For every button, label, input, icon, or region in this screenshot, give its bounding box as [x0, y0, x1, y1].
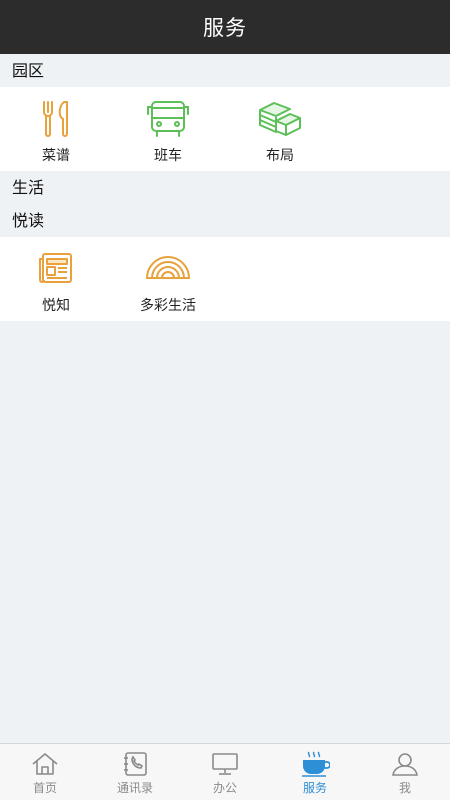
tab-label: 我 [398, 781, 411, 795]
tab-label: 办公 [212, 781, 237, 795]
menu-item-recipes[interactable]: 菜谱 [0, 87, 112, 171]
menu-item-yuezhi[interactable]: 悦知 [0, 237, 112, 321]
tab-label: 服务 [302, 781, 327, 795]
home-icon [30, 750, 60, 778]
menu-item-label: 布局 [266, 148, 294, 164]
section-grid-reading: 悦知 多彩生活 [0, 237, 450, 321]
money-stack-icon [256, 95, 304, 143]
contacts-icon [120, 750, 150, 778]
bottom-tab-bar: 首页 通讯录 办公 服务 我 [0, 743, 450, 800]
menu-item-label: 班车 [154, 148, 182, 164]
menu-item-label: 多彩生活 [140, 298, 196, 314]
tab-office[interactable]: 办公 [180, 744, 270, 800]
page-title: 服务 [203, 16, 247, 40]
section-grid-park: 菜谱 班车 布局 [0, 87, 450, 171]
tab-service[interactable]: 服务 [270, 744, 360, 800]
bus-icon [144, 95, 192, 143]
menu-item-label: 菜谱 [42, 148, 70, 164]
coffee-cup-icon [300, 750, 330, 778]
user-icon [390, 750, 420, 778]
newspaper-icon [32, 245, 80, 293]
tab-label: 首页 [32, 781, 57, 795]
menu-item-shuttle-bus[interactable]: 班车 [112, 87, 224, 171]
rainbow-icon [144, 245, 192, 293]
section-header-reading: 悦读 [0, 204, 450, 237]
section-header-life: 生活 [0, 171, 450, 204]
service-list: 园区 菜谱 班车 布局 生活 悦读 悦知 多彩生活 [0, 54, 450, 321]
menu-item-colorful-life[interactable]: 多彩生活 [112, 237, 224, 321]
menu-item-layout[interactable]: 布局 [224, 87, 336, 171]
section-header-park: 园区 [0, 54, 450, 87]
tab-contacts[interactable]: 通讯录 [90, 744, 180, 800]
menu-item-label: 悦知 [42, 298, 70, 314]
tab-me[interactable]: 我 [360, 744, 450, 800]
monitor-icon [210, 750, 240, 778]
tab-label: 通讯录 [116, 781, 153, 795]
header-bar: 服务 [0, 0, 450, 54]
tab-home[interactable]: 首页 [0, 744, 90, 800]
fork-knife-icon [32, 95, 80, 143]
